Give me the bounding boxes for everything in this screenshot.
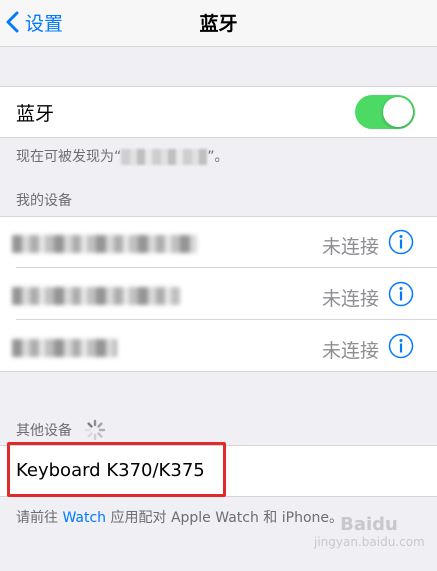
bluetooth-toggle[interactable] <box>355 95 415 129</box>
device-row[interactable]: 未连接 <box>0 321 437 372</box>
device-status: 未连接 <box>321 236 379 258</box>
discoverable-note: 现在可被发现为“ ”。 <box>16 146 229 166</box>
my-devices-header: 我的设备 <box>16 193 72 209</box>
blurred-device-name <box>12 235 197 253</box>
blurred-device-name <box>121 149 208 165</box>
navigation-bar: 设置 蓝牙 <box>0 0 437 47</box>
other-devices-label: 其他设备 <box>16 423 72 439</box>
info-icon[interactable] <box>388 281 414 307</box>
watermark: Baidu jingyan.baidu.com <box>314 514 425 564</box>
device-row[interactable]: 未连接 <box>0 269 437 320</box>
blurred-device-name <box>12 287 180 305</box>
info-icon[interactable] <box>388 333 414 359</box>
device-row[interactable]: 未连接 <box>0 217 437 268</box>
discoverable-suffix: ”。 <box>207 149 229 165</box>
loading-spinner-icon <box>84 419 106 441</box>
bluetooth-row: 蓝牙 <box>0 86 437 138</box>
device-status: 未连接 <box>321 288 379 310</box>
page-title: 蓝牙 <box>199 13 238 35</box>
info-icon[interactable] <box>388 229 414 255</box>
discoverable-prefix: 现在可被发现为“ <box>16 149 122 165</box>
pairing-note-suffix: 应用配对 Apple Watch 和 iPhone。 <box>106 510 343 526</box>
watermark-logo: Baidu <box>340 514 398 535</box>
highlight-box <box>7 442 226 497</box>
other-devices-header: 其他设备 <box>16 419 106 441</box>
pairing-note-prefix: 请前往 <box>16 510 63 526</box>
device-status: 未连接 <box>321 340 379 362</box>
my-devices-list: 未连接 未连接 未连接 <box>0 216 437 372</box>
watch-app-link[interactable]: Watch <box>62 510 106 526</box>
blurred-device-name <box>12 339 117 357</box>
pairing-note: 请前往 Watch 应用配对 Apple Watch 和 iPhone。 <box>16 507 343 527</box>
watermark-url: jingyan.baidu.com <box>314 535 425 549</box>
bluetooth-label: 蓝牙 <box>16 103 55 125</box>
toggle-knob <box>383 97 413 127</box>
